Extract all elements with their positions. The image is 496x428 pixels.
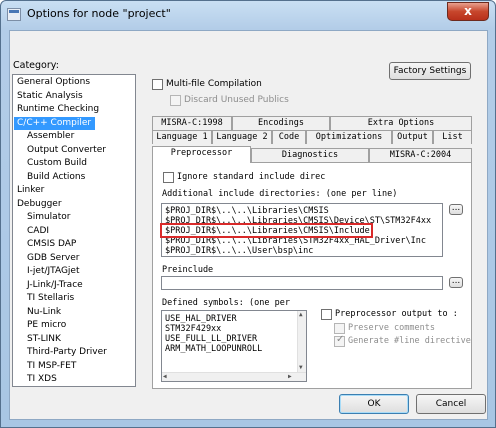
category-item[interactable]: CMSIS DAP [13,238,76,252]
category-item[interactable]: Nu-Link [13,306,61,320]
tab-language-2[interactable]: Language 2 [212,130,272,144]
ignore-standard-include-label: Ignore standard include direc [177,172,326,182]
preinclude-browse-button[interactable]: ... [449,277,463,288]
ignore-standard-include-checkbox[interactable] [163,172,174,183]
preinclude-label: Preinclude [162,265,214,275]
scroll-right-icon[interactable]: ▶ [288,373,292,380]
category-item[interactable]: TI XDS [13,373,57,387]
tab-list[interactable]: List [433,130,472,144]
title-bar[interactable]: Options for node "project" x [1,1,495,29]
tab-preprocessor[interactable]: Preprocessor [152,146,251,163]
factory-settings-button[interactable]: Factory Settings [389,62,471,80]
category-item[interactable]: C/C++ Compiler [14,116,96,130]
preserve-comments-checkbox[interactable] [334,323,345,334]
category-item[interactable]: J-Link/J-Trace [13,279,83,293]
tab-encodings[interactable]: Encodings [232,116,330,130]
category-label: Category: [13,60,59,71]
category-item[interactable]: Assembler [13,130,74,144]
tab-code[interactable]: Code [272,130,306,144]
cancel-button[interactable]: Cancel [416,394,486,414]
tab-language-1[interactable]: Language 1 [152,130,212,144]
symbols-vertical-scrollbar[interactable]: ▲ ▼ [297,311,306,373]
preinclude-input[interactable] [161,276,443,290]
generate-line-directive-label: Generate #line directive [348,336,471,346]
close-button[interactable]: x [447,2,489,21]
category-item[interactable]: Third-Party Driver [13,346,107,360]
highlight-box [160,223,373,238]
scroll-left-icon[interactable]: ◀ [163,373,167,380]
category-item[interactable]: ST-LINK [13,333,61,347]
category-item[interactable]: Output Converter [13,144,106,158]
symbols-horizontal-scrollbar[interactable]: ◀ ▶ [162,372,306,381]
tab-diagnostics[interactable]: Diagnostics [251,148,369,162]
category-item[interactable]: Simulator [13,211,70,225]
category-list[interactable]: General Options Static Analysis Runtime Ch… [12,74,136,387]
multifile-compilation-checkbox[interactable] [152,79,163,90]
tab-output[interactable]: Output [392,130,433,144]
include-dir-line: $PROJ_DIR$\..\..\User\bsp\inc [165,246,314,256]
ok-button[interactable]: OK [339,394,409,414]
window-title: Options for node "project" [27,7,171,20]
tab-misra-c-2004[interactable]: MISRA-C:2004 [369,148,472,162]
discard-unused-publics-label: Discard Unused Publics [184,95,289,105]
additional-include-label: Additional include directories: (one per… [162,189,398,199]
category-item[interactable]: PE micro [13,319,66,333]
preprocessor-output-label: Preprocessor output to : [335,309,458,319]
defined-symbols-label: Defined symbols: (one per [162,298,290,308]
category-item[interactable]: CADI [13,225,49,239]
generate-line-directive-checkbox[interactable] [334,334,345,347]
include-browse-button[interactable]: ... [449,204,463,215]
category-item[interactable]: General Options [13,76,90,90]
category-item[interactable]: GDB Server [13,252,79,266]
category-item[interactable]: Custom Build [13,157,87,171]
category-item[interactable]: Runtime Checking [13,103,99,117]
scroll-down-icon[interactable]: ▼ [299,364,303,371]
scroll-up-icon[interactable]: ▲ [299,311,303,318]
category-item[interactable]: Debugger [13,198,62,212]
tab-extra-options[interactable]: Extra Options [330,116,472,130]
tab-misra-c-1998[interactable]: MISRA-C:1998 [152,116,232,130]
multifile-compilation-label: Multi-file Compilation [166,79,262,89]
category-item[interactable]: TI Stellaris [13,292,74,306]
category-item[interactable]: I-jet/JTAGjet [13,265,80,279]
category-item[interactable]: Linker [13,184,44,198]
tab-optimizations[interactable]: Optimizations [306,130,392,144]
preserve-comments-label: Preserve comments [348,323,435,333]
defined-symbols-textbox[interactable]: USE_HAL_DRIVER STM32F429xx USE_FULL_LL_D… [161,310,307,382]
defined-symbol-line: ARM_MATH_LOOPUNROLL [165,344,263,354]
category-item[interactable]: Build Actions [13,171,85,185]
window-app-icon [7,8,21,21]
category-item[interactable]: TI MSP-FET [13,360,76,374]
discard-unused-publics-checkbox[interactable] [170,95,181,106]
preprocessor-output-checkbox[interactable] [321,309,332,320]
category-item[interactable]: Static Analysis [13,90,83,104]
